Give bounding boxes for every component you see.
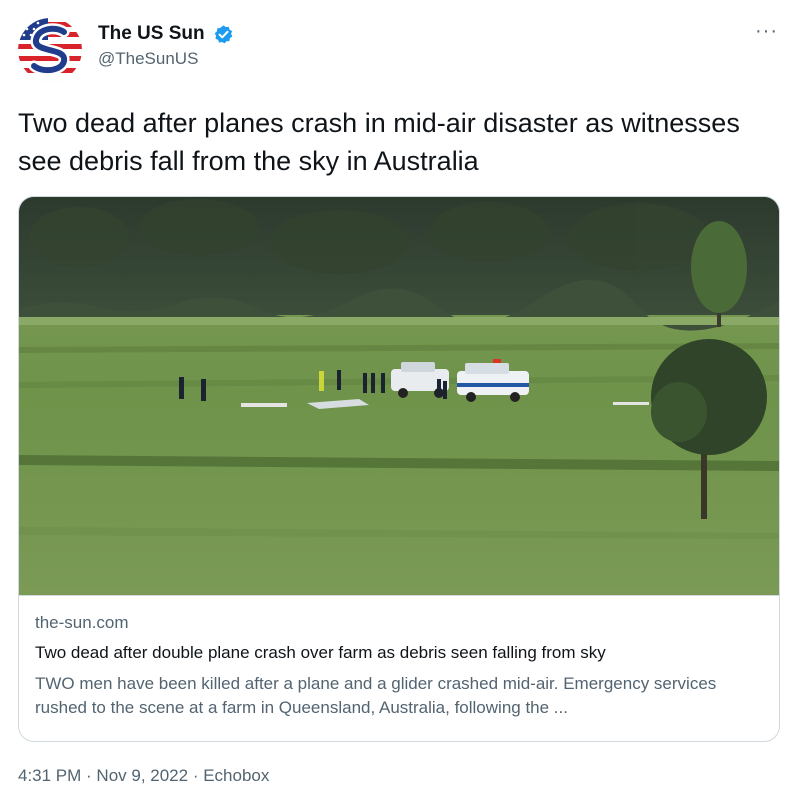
card-domain: the-sun.com (35, 613, 129, 632)
verified-badge-icon (214, 24, 233, 43)
more-options-icon[interactable]: ··· (755, 20, 778, 43)
tweet-header: The US Sun @TheSunUS ··· (18, 18, 782, 82)
tweet-source: Echobox (203, 766, 270, 785)
link-card[interactable]: the-sun.com Two dead after double plane … (18, 196, 780, 742)
author-handle[interactable]: @TheSunUS (98, 47, 234, 71)
tweet-meta: 4:31 PM · Nov 9, 2022 · Echobox (18, 764, 269, 788)
the-sun-logo-icon (18, 18, 82, 82)
tweet: The US Sun @TheSunUS ··· Two dead after … (0, 0, 800, 812)
meta-separator: · (81, 766, 97, 785)
author-name[interactable]: The US Sun (98, 22, 205, 46)
tweet-text: Two dead after planes crash in mid-air d… (18, 108, 740, 176)
tweet-date[interactable]: Nov 9, 2022 (96, 766, 188, 785)
crash-site-photo (19, 197, 779, 595)
author-block: The US Sun @TheSunUS (98, 22, 234, 71)
card-title: Two dead after double plane crash over f… (35, 643, 606, 662)
card-description: TWO men have been killed after a plane a… (35, 674, 717, 717)
card-image[interactable] (19, 197, 779, 595)
card-info: the-sun.com Two dead after double plane … (19, 595, 779, 741)
avatar[interactable] (18, 18, 82, 82)
tweet-time[interactable]: 4:31 PM (18, 766, 81, 785)
meta-separator: · (188, 766, 204, 785)
